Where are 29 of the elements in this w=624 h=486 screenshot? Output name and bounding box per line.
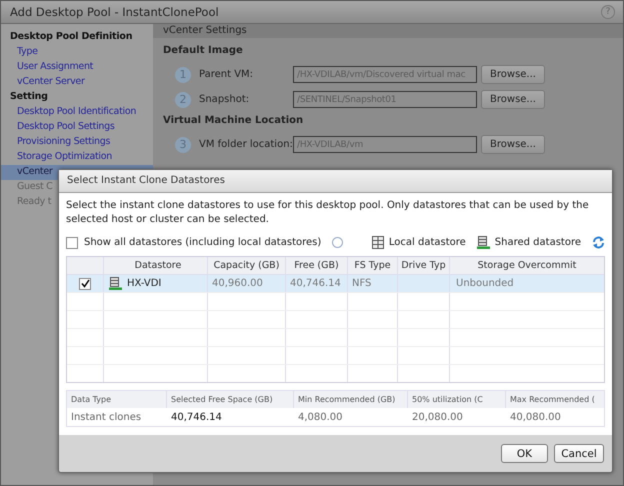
- table-cell: 40,746.14: [286, 275, 348, 292]
- datastore-name: HX-VDI: [127, 278, 162, 289]
- table-cell: NFS: [348, 275, 398, 292]
- window-title: Add Desktop Pool - InstantClonePool: [10, 5, 220, 19]
- section-heading: Virtual Machine Location: [163, 115, 304, 126]
- field-label: VM folder location:: [199, 139, 293, 150]
- table-cell-text: 4,080.00: [297, 410, 344, 424]
- column-header: 50% utilization (C: [408, 391, 506, 408]
- table-cell-text: Instant clones: [70, 410, 142, 424]
- legend-label: Shared datastore: [494, 237, 581, 248]
- table-cell-text: 40,746.14: [170, 410, 223, 424]
- column-header: Selected Free Space (GB): [167, 391, 294, 408]
- legend-label: Local datastore: [388, 237, 466, 248]
- panel-header: vCenter Settings: [153, 24, 623, 38]
- field-label: Snapshot:: [199, 94, 250, 105]
- column-header: Min Recommended (GB): [294, 391, 408, 408]
- sidebar-heading: Desktop Pool Definition: [9, 30, 134, 44]
- dialog-title: Select Instant Clone Datastores: [59, 170, 612, 193]
- table-cell-text: 40,080.00: [509, 410, 562, 424]
- table-cell-text: 20,080.00: [411, 410, 464, 424]
- section-heading: Default Image: [163, 45, 244, 56]
- field-label: Parent VM:: [199, 69, 254, 80]
- table-cell-text: Unbounded: [455, 277, 515, 291]
- sidebar-heading: Setting: [9, 90, 49, 104]
- checkbox-label: Show all datastores (including local datastores): [84, 237, 322, 248]
- column-header: Max Recommended (: [509, 394, 596, 406]
- table-cell: 40,960.00: [208, 275, 286, 292]
- description: Select the instant clone datastores to use for this desktop pool. Only datastores that can be used by the selected host or cluster can be selected.: [66, 199, 590, 227]
- column-header: Data Type: [67, 391, 167, 408]
